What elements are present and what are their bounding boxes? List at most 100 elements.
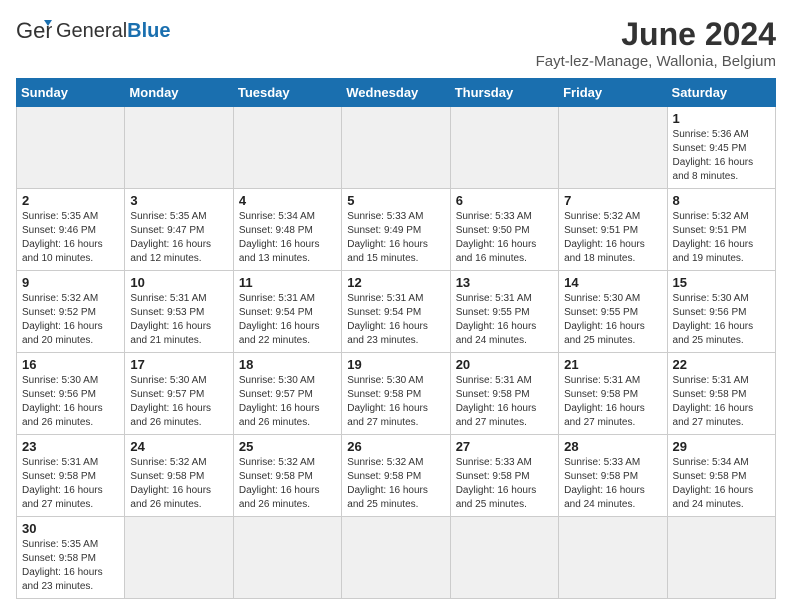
day-number: 17 [130,357,227,372]
calendar-cell: 22Sunrise: 5:31 AM Sunset: 9:58 PM Dayli… [667,353,775,435]
calendar-cell: 9 Sunrise: 5:32 AM Sunset: 9:52 PM Daylig… [17,271,125,353]
header-sunday: Sunday [17,79,125,107]
calendar-week-5: 23Sunrise: 5:31 AM Sunset: 9:58 PM Dayli… [17,435,776,517]
day-info: Sunrise: 5:31 AM Sunset: 9:58 PM Dayligh… [22,456,119,512]
day-info: Sunrise: 5:32 AM Sunset: 9:52 PM Dayligh… [22,292,119,348]
day-number: 20 [456,357,553,372]
calendar-cell: 27 Sunrise: 5:33 AM Sunset: 9:58 PM Dayli… [450,435,558,517]
calendar-week-4: 16 Sunrise: 5:30 AM Sunset: 9:56 PM Dayli… [17,353,776,435]
calendar-week-6: 30Sunrise: 5:35 AM Sunset: 9:58 PM Dayli… [17,517,776,599]
calendar-cell: 15 Sunrise: 5:30 AM Sunset: 9:56 PM Dayli… [667,271,775,353]
calendar-cell [559,107,667,189]
calendar-cell: 7Sunrise: 5:32 AM Sunset: 9:51 PM Daylig… [559,189,667,271]
day-number: 29 [673,439,770,454]
day-number: 22 [673,357,770,372]
calendar-cell: 6 Sunrise: 5:33 AM Sunset: 9:50 PM Daylig… [450,189,558,271]
calendar-cell: 14 Sunrise: 5:30 AM Sunset: 9:55 PM Dayli… [559,271,667,353]
day-number: 27 [456,439,553,454]
calendar-cell: 19 Sunrise: 5:30 AM Sunset: 9:58 PM Dayli… [342,353,450,435]
day-info: Sunrise: 5:32 AM Sunset: 9:58 PM Dayligh… [347,456,444,512]
day-info: Sunrise: 5:32 AM Sunset: 9:51 PM Dayligh… [564,210,661,266]
day-info: Sunrise: 5:31 AM Sunset: 9:53 PM Dayligh… [130,292,227,348]
day-number: 11 [239,275,336,290]
day-number: 4 [239,193,336,208]
calendar-cell [233,517,341,599]
calendar-cell: 11 Sunrise: 5:31 AM Sunset: 9:54 PM Dayli… [233,271,341,353]
day-info: Sunrise: 5:35 AM Sunset: 9:58 PM Dayligh… [22,538,119,594]
day-number: 19 [347,357,444,372]
calendar-cell [125,107,233,189]
day-number: 28 [564,439,661,454]
day-number: 25 [239,439,336,454]
calendar-cell: 20 Sunrise: 5:31 AM Sunset: 9:58 PM Dayli… [450,353,558,435]
logo-icon: General [16,16,52,46]
calendar-cell: 1 Sunrise: 5:36 AM Sunset: 9:45 PM Daylig… [667,107,775,189]
day-info: Sunrise: 5:31 AM Sunset: 9:54 PM Dayligh… [239,292,336,348]
calendar-cell: 13Sunrise: 5:31 AM Sunset: 9:55 PM Dayli… [450,271,558,353]
calendar-cell [342,107,450,189]
header-friday: Friday [559,79,667,107]
day-info: Sunrise: 5:30 AM Sunset: 9:57 PM Dayligh… [130,374,227,430]
calendar-cell: 21 Sunrise: 5:31 AM Sunset: 9:58 PM Dayli… [559,353,667,435]
day-number: 2 [22,193,119,208]
calendar-cell [125,517,233,599]
day-number: 15 [673,275,770,290]
calendar-cell [342,517,450,599]
day-info: Sunrise: 5:33 AM Sunset: 9:50 PM Dayligh… [456,210,553,266]
calendar-header-row: SundayMondayTuesdayWednesdayThursdayFrid… [17,79,776,107]
day-info: Sunrise: 5:30 AM Sunset: 9:56 PM Dayligh… [673,292,770,348]
calendar-cell: 23Sunrise: 5:31 AM Sunset: 9:58 PM Dayli… [17,435,125,517]
day-info: Sunrise: 5:32 AM Sunset: 9:58 PM Dayligh… [239,456,336,512]
calendar-cell [233,107,341,189]
location: Fayt-lez-Manage, Wallonia, Belgium [536,53,776,70]
calendar-table: SundayMondayTuesdayWednesdayThursdayFrid… [16,78,776,599]
header-wednesday: Wednesday [342,79,450,107]
calendar-cell: 12 Sunrise: 5:31 AM Sunset: 9:54 PM Dayli… [342,271,450,353]
calendar-cell: 10Sunrise: 5:31 AM Sunset: 9:53 PM Dayli… [125,271,233,353]
day-number: 21 [564,357,661,372]
calendar-cell: 26 Sunrise: 5:32 AM Sunset: 9:58 PM Dayli… [342,435,450,517]
day-number: 14 [564,275,661,290]
day-number: 6 [456,193,553,208]
day-info: Sunrise: 5:34 AM Sunset: 9:58 PM Dayligh… [673,456,770,512]
calendar-cell: 29 Sunrise: 5:34 AM Sunset: 9:58 PM Dayli… [667,435,775,517]
header-saturday: Saturday [667,79,775,107]
calendar-cell [667,517,775,599]
day-number: 9 [22,275,119,290]
day-info: Sunrise: 5:30 AM Sunset: 9:55 PM Dayligh… [564,292,661,348]
header-monday: Monday [125,79,233,107]
day-number: 12 [347,275,444,290]
day-info: Sunrise: 5:36 AM Sunset: 9:45 PM Dayligh… [673,128,770,184]
calendar-cell [450,107,558,189]
calendar-cell: 28Sunrise: 5:33 AM Sunset: 9:58 PM Dayli… [559,435,667,517]
day-info: Sunrise: 5:34 AM Sunset: 9:48 PM Dayligh… [239,210,336,266]
header-thursday: Thursday [450,79,558,107]
page-header: General GeneralBlue June 2024 Fayt-lez-M… [16,16,776,70]
calendar-cell: 2 Sunrise: 5:35 AM Sunset: 9:46 PM Daylig… [17,189,125,271]
day-info: Sunrise: 5:31 AM Sunset: 9:55 PM Dayligh… [456,292,553,348]
day-info: Sunrise: 5:35 AM Sunset: 9:46 PM Dayligh… [22,210,119,266]
day-number: 18 [239,357,336,372]
month-title: June 2024 [536,16,776,53]
day-info: Sunrise: 5:30 AM Sunset: 9:58 PM Dayligh… [347,374,444,430]
calendar-week-2: 2 Sunrise: 5:35 AM Sunset: 9:46 PM Daylig… [17,189,776,271]
day-info: Sunrise: 5:35 AM Sunset: 9:47 PM Dayligh… [130,210,227,266]
day-number: 16 [22,357,119,372]
calendar-cell: 16 Sunrise: 5:30 AM Sunset: 9:56 PM Dayli… [17,353,125,435]
day-info: Sunrise: 5:32 AM Sunset: 9:51 PM Dayligh… [673,210,770,266]
day-info: Sunrise: 5:31 AM Sunset: 9:58 PM Dayligh… [564,374,661,430]
day-number: 24 [130,439,227,454]
logo: General GeneralBlue [16,16,171,46]
calendar-cell: 5Sunrise: 5:33 AM Sunset: 9:49 PM Daylig… [342,189,450,271]
day-info: Sunrise: 5:33 AM Sunset: 9:58 PM Dayligh… [456,456,553,512]
day-info: Sunrise: 5:30 AM Sunset: 9:56 PM Dayligh… [22,374,119,430]
calendar-cell: 17 Sunrise: 5:30 AM Sunset: 9:57 PM Dayli… [125,353,233,435]
calendar-cell: 3Sunrise: 5:35 AM Sunset: 9:47 PM Daylig… [125,189,233,271]
day-number: 26 [347,439,444,454]
day-number: 1 [673,111,770,126]
day-info: Sunrise: 5:31 AM Sunset: 9:54 PM Dayligh… [347,292,444,348]
calendar-cell: 25 Sunrise: 5:32 AM Sunset: 9:58 PM Dayli… [233,435,341,517]
calendar-cell [450,517,558,599]
calendar-cell: 30Sunrise: 5:35 AM Sunset: 9:58 PM Dayli… [17,517,125,599]
day-info: Sunrise: 5:31 AM Sunset: 9:58 PM Dayligh… [456,374,553,430]
